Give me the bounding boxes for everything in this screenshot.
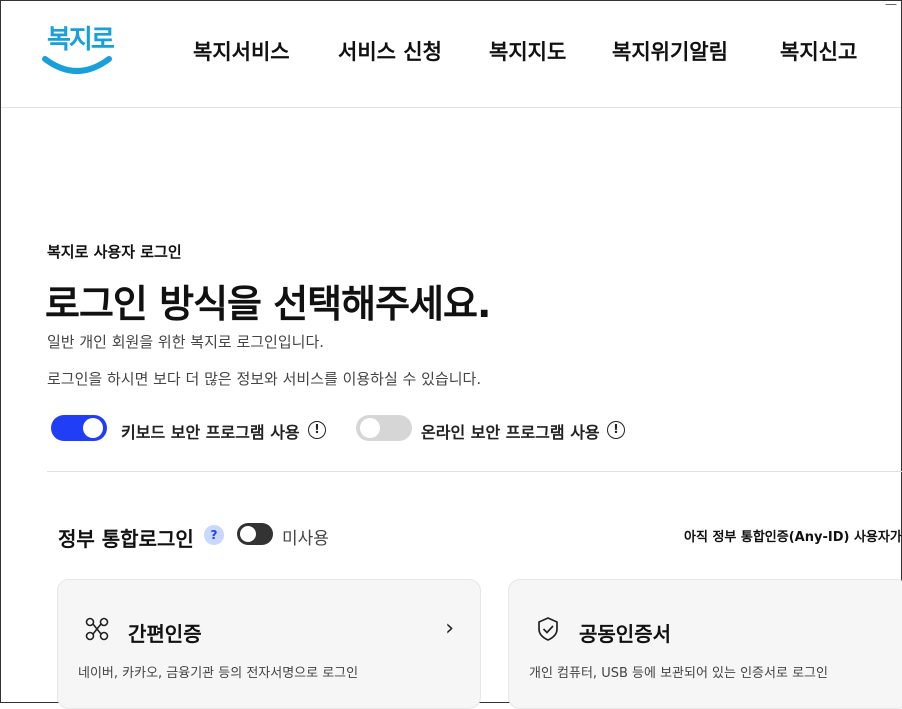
shield-check-icon [538, 617, 558, 641]
nav-crisis-alert[interactable]: 복지위기알림 [612, 36, 728, 66]
certificate-card[interactable]: 공동인증서 › 개인 컴퓨터, USB 등에 보관되어 있는 인증서로 로그인 [508, 579, 902, 709]
toggle-knob [240, 526, 256, 542]
any-id-notice[interactable]: 아직 정부 통합인증(Any-ID) 사용자가 [684, 526, 901, 545]
link-nodes-icon [85, 617, 109, 641]
section-divider [47, 471, 902, 472]
keyboard-security-toggle[interactable] [51, 415, 107, 441]
certificate-title: 공동인증서 [579, 622, 671, 646]
page-description-2: 로그인을 하시면 보다 더 많은 정보와 서비스를 이용하실 수 있습니다. [47, 370, 482, 388]
page-kicker: 복지로 사용자 로그인 [47, 243, 182, 261]
window-corner-mark: — [885, 0, 897, 11]
page-description-1: 일반 개인 회원을 위한 복지로 로그인입니다. [47, 333, 325, 351]
toggle-knob [360, 418, 380, 438]
logo-smile-icon [42, 56, 112, 74]
chevron-right-icon: › [445, 616, 454, 641]
gov-login-toggle-label: 미사용 [282, 529, 329, 549]
simple-auth-title: 간편인증 [128, 622, 202, 646]
keyboard-security-info-icon[interactable]: ! [308, 421, 326, 439]
toggle-knob [83, 418, 103, 438]
online-security-label: 온라인 보안 프로그램 사용 [421, 423, 600, 442]
help-icon[interactable]: ? [204, 525, 224, 545]
nav-service-application[interactable]: 서비스 신청 [338, 36, 442, 66]
nav-welfare-map[interactable]: 복지지도 [489, 36, 566, 66]
nav-welfare-services[interactable]: 복지서비스 [193, 36, 290, 66]
online-security-info-icon[interactable]: ! [607, 421, 625, 439]
nav-welfare-report[interactable]: 복지신고 [780, 36, 857, 66]
bokjiro-logo[interactable]: 복지로 [41, 19, 115, 79]
page-title: 로그인 방식을 선택해주세요. [45, 282, 491, 326]
keyboard-security-label: 키보드 보안 프로그램 사용 [121, 423, 300, 442]
simple-auth-description: 네이버, 카카오, 금융기관 등의 전자서명으로 로그인 [78, 666, 359, 681]
simple-auth-card[interactable]: 간편인증 › 네이버, 카카오, 금융기관 등의 전자서명으로 로그인 [57, 579, 481, 709]
gov-login-toggle[interactable] [237, 523, 273, 545]
gov-login-title: 정부 통합로그인 [58, 527, 194, 551]
site-header: 복지로 복지서비스 서비스 신청 복지지도 복지위기알림 복지신고 — [1, 0, 901, 108]
certificate-description: 개인 컴퓨터, USB 등에 보관되어 있는 인증서로 로그인 [529, 666, 828, 681]
online-security-toggle[interactable] [356, 415, 412, 441]
